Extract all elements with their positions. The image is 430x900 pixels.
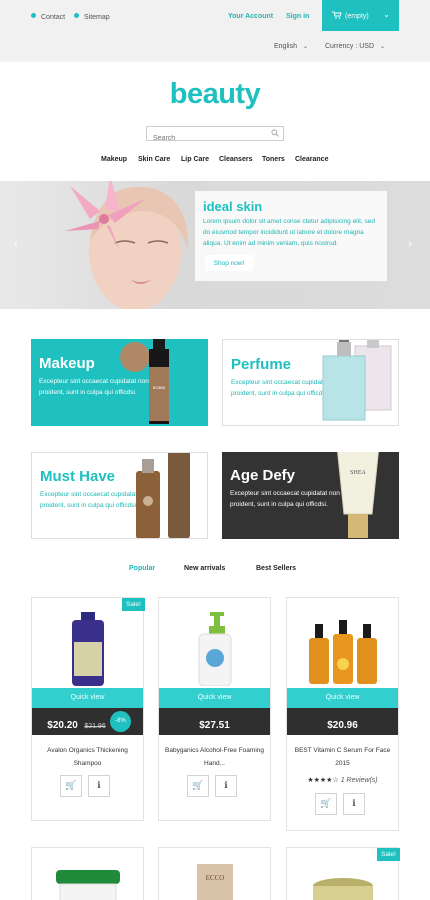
shampoo-bottle-image — [72, 612, 104, 686]
tab-new-arrivals[interactable]: New arrivals — [184, 565, 225, 572]
info-button[interactable]: ℹ — [215, 775, 237, 797]
nav-item-toners[interactable]: Toners — [262, 156, 285, 163]
nav-item-skin-care[interactable]: Skin Care — [138, 156, 170, 163]
hero-title: ideal skin — [203, 199, 263, 214]
product-old-price: $21.96 — [84, 723, 106, 730]
rating: ★★★★☆ 1 Review(s) — [287, 776, 398, 784]
product-price: $20.96 — [327, 720, 358, 731]
contact-label: Contact — [41, 14, 66, 21]
currency-select[interactable]: Currency : USD ⌄ — [325, 43, 385, 50]
nav-item-clearance[interactable]: Clearance — [295, 156, 328, 163]
language-value: English — [274, 43, 297, 50]
hero-slider: ideal skin Lorem ipsum dolor sit amet co… — [0, 181, 430, 309]
cart-icon — [332, 11, 342, 19]
product-card[interactable]: Sale! Quick view $20.20 $21.96 -8% Avalo… — [31, 597, 145, 821]
chevron-down-icon: ⌄ — [380, 44, 386, 50]
discount-badge: -8% — [110, 711, 131, 732]
currency-value: Currency : USD — [325, 43, 375, 50]
bullet-icon — [31, 13, 36, 18]
info-icon: ℹ — [224, 780, 228, 790]
banner-text: Excepteur sint occaecat cupidatat non pr… — [230, 490, 340, 508]
sale-badge: Sale! — [377, 848, 400, 861]
search-box — [146, 126, 284, 142]
vitamin-c-serum-image — [309, 620, 377, 684]
sign-in-link[interactable]: Sign in — [286, 13, 309, 20]
product-price: $27.51 — [199, 720, 230, 731]
add-to-cart-button[interactable]: 🛒 — [60, 775, 82, 797]
site-logo[interactable]: beauty — [0, 78, 430, 111]
tab-best-sellers[interactable]: Best Sellers — [256, 565, 296, 572]
product-name[interactable]: BEST Vitamin C Serum For Face 2015 — [291, 744, 394, 770]
cart-button[interactable]: (empty) ⌄ — [322, 0, 399, 31]
info-button[interactable]: ℹ — [88, 775, 110, 797]
review-count[interactable]: 1 Review(s) — [341, 777, 378, 784]
hero-body: Lorem ipsum dolor sit amet conse ctetur … — [203, 218, 375, 247]
nav-item-cleansers[interactable]: Cleansers — [219, 156, 252, 163]
add-to-cart-button[interactable]: 🛒 — [187, 775, 209, 797]
contact-link[interactable]: Contact — [31, 13, 65, 21]
product-card[interactable]: Sale! — [286, 847, 400, 900]
tab-popular[interactable]: Popular — [129, 565, 155, 572]
product-price: $20.20 — [47, 720, 78, 731]
slider-prev-icon[interactable]: ‹ — [14, 236, 18, 250]
product-name[interactable]: Babyganics Alcohol-Free Foaming Hand... — [163, 744, 266, 770]
nav-item-lip-care[interactable]: Lip Care — [181, 156, 209, 163]
add-to-cart-button[interactable]: 🛒 — [315, 793, 337, 815]
slider-next-icon[interactable]: › — [408, 236, 412, 250]
product-jar-image — [313, 878, 373, 900]
info-icon: ℹ — [97, 780, 101, 790]
hand-soap-bottle-image — [198, 612, 232, 686]
product-card[interactable] — [31, 847, 144, 900]
cart-icon: 🛒 — [192, 780, 204, 790]
chevron-down-icon: ⌄ — [302, 44, 308, 50]
price-bar: $27.51 — [159, 708, 270, 735]
search-icon[interactable] — [271, 129, 279, 139]
bullet-icon — [74, 13, 79, 18]
product-card[interactable]: Quick view $27.51 Babyganics Alcohol-Fre… — [158, 597, 271, 821]
cream-tube-image: SHEA — [337, 452, 379, 538]
product-tube-image: ECCO — [197, 864, 233, 900]
svg-text:BOBBI: BOBBI — [153, 385, 165, 390]
nav-item-makeup[interactable]: Makeup — [101, 156, 127, 163]
info-button[interactable]: ℹ — [343, 793, 365, 815]
banner-title: Age Defy — [230, 467, 296, 484]
banner-title: Must Have — [40, 468, 116, 485]
svg-text:ECCO: ECCO — [206, 874, 225, 882]
svg-text:SHEA: SHEA — [350, 470, 366, 476]
cart-status: (empty) — [345, 13, 369, 20]
hair-products-image — [136, 453, 190, 538]
banner-must-have[interactable]: Must Have Excepteur sint occaecat cupida… — [31, 452, 208, 539]
hero-caption: ideal skin Lorem ipsum dolor sit amet co… — [195, 191, 387, 281]
quick-view-button[interactable]: Quick view — [159, 688, 270, 708]
product-name[interactable]: Avalon Organics Thickening Shampoo — [36, 744, 139, 770]
banner-title: Makeup — [39, 355, 95, 372]
chevron-down-icon: ⌄ — [383, 10, 390, 19]
product-card[interactable]: Quick view $20.96 BEST Vitamin C Serum F… — [286, 597, 399, 831]
quick-view-button[interactable]: Quick view — [287, 688, 398, 708]
sale-badge: Sale! — [122, 598, 145, 611]
cart-icon: 🛒 — [320, 798, 332, 808]
banner-title: Perfume — [231, 356, 292, 373]
price-bar: $20.20 $21.96 -8% — [32, 708, 143, 735]
product-jar-image — [56, 870, 120, 900]
price-bar: $20.96 — [287, 708, 398, 735]
model-face-image — [65, 181, 189, 309]
top-bar: Contact Sitemap Your Account Sign in (em… — [0, 0, 430, 62]
sitemap-label: Sitemap — [84, 14, 110, 21]
shop-now-button[interactable]: Shop now! — [205, 255, 253, 271]
quick-view-button[interactable]: Quick view — [32, 688, 143, 708]
product-card[interactable]: ECCO — [158, 847, 271, 900]
your-account-link[interactable]: Your Account — [228, 13, 273, 20]
language-select[interactable]: English ⌄ — [274, 43, 308, 50]
info-icon: ℹ — [352, 798, 356, 808]
perfume-bottles-image — [322, 340, 392, 421]
search-input[interactable] — [147, 132, 267, 142]
star-rating-icon: ★★★★☆ — [307, 777, 339, 784]
sitemap-link[interactable]: Sitemap — [74, 13, 110, 21]
banner-perfume[interactable]: Perfume Excepteur sint occaecat cupidata… — [222, 339, 399, 426]
banner-makeup[interactable]: Makeup Excepteur sint occaecat cupidatat… — [31, 339, 208, 426]
banner-age-defy[interactable]: Age Defy Excepteur sint occaecat cupidat… — [222, 452, 399, 539]
foundation-bottle-image: BOBBI — [120, 339, 169, 424]
cart-icon: 🛒 — [65, 780, 77, 790]
